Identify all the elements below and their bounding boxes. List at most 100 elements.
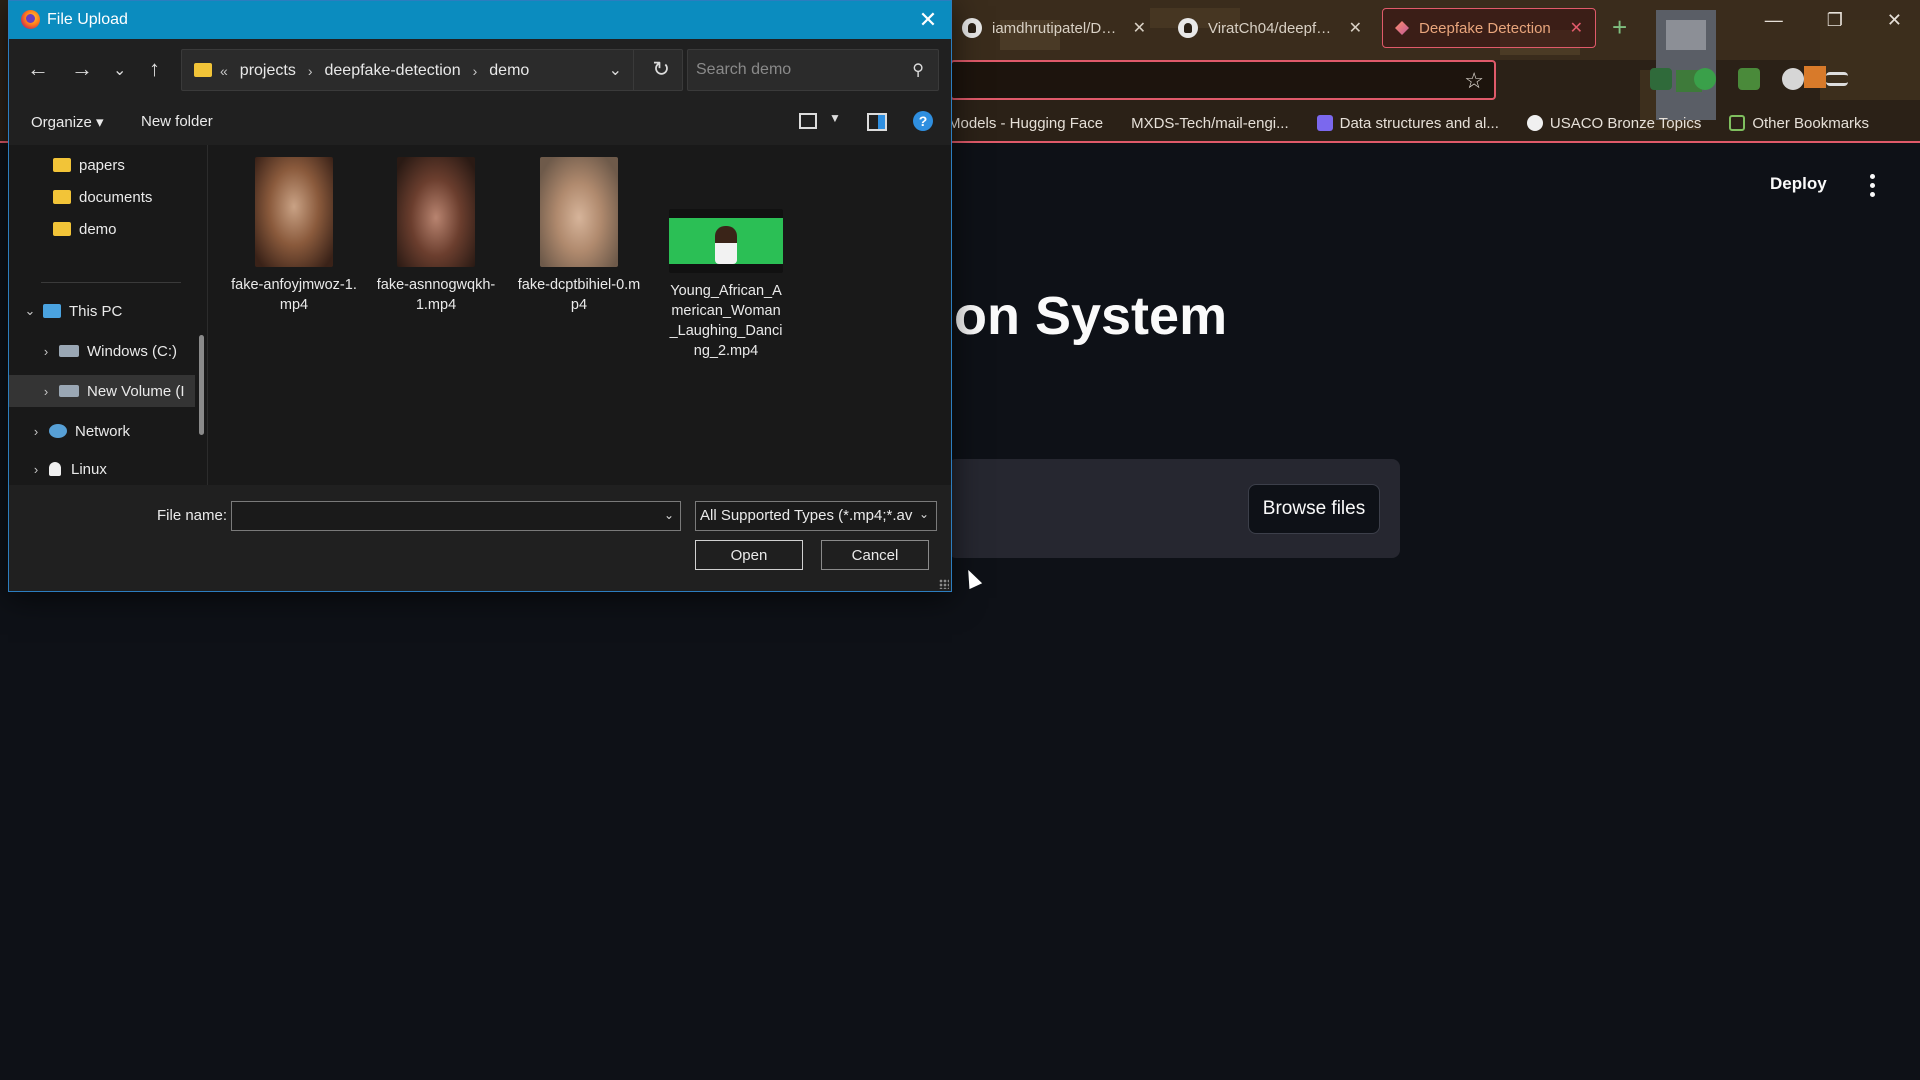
sidebar-item-linux[interactable]: › Linux bbox=[9, 453, 195, 485]
sidebar-item-label: New Volume (I bbox=[87, 382, 185, 400]
firefox-icon bbox=[21, 10, 40, 29]
change-view-icon[interactable] bbox=[799, 113, 817, 129]
bookmark-data-structures[interactable]: Data structures and al... bbox=[1316, 115, 1499, 132]
back-arrow-icon[interactable]: ← bbox=[27, 57, 49, 81]
breadcrumb-deepfake-detection[interactable]: deepfake-detection bbox=[325, 62, 461, 80]
command-bar: Organize ▾ New folder ▼ ? bbox=[9, 99, 951, 145]
sidebar-item-label: papers bbox=[79, 156, 125, 174]
menu-icon[interactable] bbox=[1826, 72, 1848, 86]
breadcrumb: « projects › deepfake-detection › demo bbox=[220, 62, 529, 80]
close-tab-icon[interactable]: ✕ bbox=[1349, 18, 1362, 38]
chevron-right-icon[interactable]: › bbox=[308, 63, 313, 79]
bookmark-other[interactable]: Other Bookmarks bbox=[1729, 115, 1869, 132]
window-controls: — ❐ ✕ bbox=[1765, 10, 1920, 31]
resize-grip-icon[interactable] bbox=[939, 579, 949, 589]
bookmarks-bar: Models - Hugging Face MXDS-Tech/mail-eng… bbox=[948, 110, 1869, 136]
open-button[interactable]: Open bbox=[695, 540, 803, 570]
dialog-title: File Upload bbox=[47, 11, 128, 28]
browse-files-button[interactable]: Browse files bbox=[1248, 484, 1380, 534]
search-input[interactable] bbox=[696, 50, 896, 90]
profile-icon[interactable] bbox=[1694, 68, 1716, 90]
chevron-down-icon[interactable]: ⌄ bbox=[664, 508, 674, 522]
video-thumbnail bbox=[255, 157, 333, 267]
navigation-bar: ← → ⌄ ↑ « projects › deepfake-detection … bbox=[9, 39, 951, 99]
file-item[interactable]: Young_African_American_Woman_Laughing_Da… bbox=[669, 157, 783, 361]
file-item[interactable]: fake-asnnogwqkh-1.mp4 bbox=[372, 157, 500, 315]
url-bar[interactable]: ☆ bbox=[950, 60, 1496, 100]
dialog-close-button[interactable]: ✕ bbox=[915, 7, 941, 33]
tab-deepfake-detection[interactable]: Deepfake Detection ✕ bbox=[1382, 8, 1596, 48]
bookmark-star-icon[interactable]: ☆ bbox=[1464, 68, 1484, 94]
mouse-cursor-icon bbox=[961, 566, 983, 590]
address-breadcrumb-bar[interactable]: « projects › deepfake-detection › demo ⌄… bbox=[181, 49, 683, 91]
minimize-icon[interactable]: — bbox=[1765, 10, 1783, 31]
sidebar-scrollbar[interactable] bbox=[199, 335, 204, 435]
file-name: fake-asnnogwqkh-1.mp4 bbox=[376, 277, 496, 313]
sidebar-item-papers[interactable]: papers bbox=[9, 149, 195, 181]
close-window-icon[interactable]: ✕ bbox=[1887, 10, 1902, 31]
tab-label: ViratCh04/deepfake-c bbox=[1208, 19, 1339, 37]
breadcrumb-demo[interactable]: demo bbox=[489, 62, 529, 80]
forward-arrow-icon[interactable]: → bbox=[71, 57, 93, 81]
bookmark-mxds[interactable]: MXDS-Tech/mail-engi... bbox=[1131, 115, 1289, 132]
cancel-button[interactable]: Cancel bbox=[821, 540, 929, 570]
file-item[interactable]: fake-anfoyjmwoz-1.mp4 bbox=[230, 157, 358, 315]
search-icon[interactable]: ⚲ bbox=[912, 60, 924, 80]
chevron-down-icon[interactable]: ⌄ bbox=[23, 303, 37, 319]
tab-label: iamdhrutipatel/Deepf bbox=[992, 19, 1123, 37]
dialog-footer: File name: ⌄ All Supported Types (*.mp4;… bbox=[9, 485, 951, 591]
dialog-title-bar[interactable]: File Upload ✕ bbox=[9, 1, 951, 39]
bookmark-usaco[interactable]: USACO Bronze Topics bbox=[1526, 115, 1701, 132]
recent-locations-chevron-icon[interactable]: ⌄ bbox=[113, 59, 126, 83]
sidebar-item-network[interactable]: › Network bbox=[9, 415, 195, 447]
sidebar-item-label: Linux bbox=[71, 460, 107, 478]
organize-button[interactable]: Organize ▾ bbox=[31, 113, 104, 131]
file-name-input[interactable] bbox=[238, 502, 648, 530]
bookmark-label: MXDS-Tech/mail-engi... bbox=[1131, 114, 1289, 132]
view-options-chevron-icon[interactable]: ▼ bbox=[829, 111, 841, 125]
file-name: Young_African_American_Woman_Laughing_Da… bbox=[669, 283, 783, 359]
file-name: fake-dcptbihiel-0.mp4 bbox=[517, 277, 641, 313]
chevron-right-icon[interactable]: › bbox=[29, 462, 43, 477]
help-icon[interactable]: ? bbox=[913, 111, 933, 131]
page-title: on System bbox=[954, 286, 1228, 346]
tab-label: Deepfake Detection bbox=[1419, 19, 1551, 37]
preview-pane-icon[interactable] bbox=[867, 113, 887, 131]
new-tab-button[interactable]: + bbox=[1612, 14, 1627, 40]
chevron-right-icon[interactable]: › bbox=[39, 344, 53, 359]
file-item[interactable]: fake-dcptbihiel-0.mp4 bbox=[515, 157, 643, 315]
pane-divider[interactable] bbox=[207, 145, 208, 485]
deploy-button[interactable]: Deploy bbox=[1770, 174, 1827, 194]
sidebar-item-new-volume[interactable]: › New Volume (I bbox=[9, 375, 195, 407]
bookmark-hugging-face[interactable]: Models - Hugging Face bbox=[948, 115, 1103, 132]
new-folder-button[interactable]: New folder bbox=[141, 113, 213, 130]
drive-icon bbox=[59, 385, 79, 397]
chevron-right-icon[interactable]: › bbox=[39, 384, 53, 399]
close-tab-icon[interactable]: ✕ bbox=[1133, 18, 1146, 38]
tab-github-deepfake-2[interactable]: ViratCh04/deepfake-c ✕ bbox=[1166, 8, 1374, 48]
breadcrumb-overflow[interactable]: « bbox=[220, 63, 228, 79]
up-arrow-icon[interactable]: ↑ bbox=[149, 57, 160, 81]
file-name: fake-anfoyjmwoz-1.mp4 bbox=[231, 277, 357, 313]
refresh-icon[interactable]: ↻ bbox=[652, 57, 670, 82]
file-type-select[interactable]: All Supported Types (*.mp4;*.av bbox=[695, 501, 937, 531]
sidebar-item-label: This PC bbox=[69, 302, 123, 320]
chevron-right-icon[interactable]: › bbox=[29, 424, 43, 439]
sidebar-item-windows-c[interactable]: › Windows (C:) bbox=[9, 335, 195, 367]
breadcrumb-projects[interactable]: projects bbox=[240, 62, 296, 80]
sidebar-item-demo[interactable]: demo bbox=[9, 213, 195, 245]
sidebar-item-this-pc[interactable]: ⌄ This PC bbox=[9, 295, 195, 327]
more-options-icon[interactable] bbox=[1868, 174, 1876, 197]
reader-icon[interactable] bbox=[1782, 68, 1804, 90]
tab-github-deepfake-1[interactable]: iamdhrutipatel/Deepf ✕ bbox=[950, 8, 1158, 48]
chevron-down-icon[interactable]: ⌄ bbox=[919, 507, 929, 521]
sidebar-item-documents[interactable]: documents bbox=[9, 181, 195, 213]
network-icon bbox=[49, 424, 67, 438]
chevron-right-icon[interactable]: › bbox=[473, 63, 478, 79]
file-name-combobox: ⌄ bbox=[231, 501, 681, 531]
maximize-icon[interactable]: ❐ bbox=[1827, 10, 1843, 31]
chevron-down-icon[interactable]: ⌄ bbox=[609, 60, 622, 80]
close-tab-icon[interactable]: ✕ bbox=[1570, 18, 1583, 38]
puzzle-icon[interactable] bbox=[1738, 68, 1760, 90]
extension-icon[interactable] bbox=[1650, 68, 1672, 90]
